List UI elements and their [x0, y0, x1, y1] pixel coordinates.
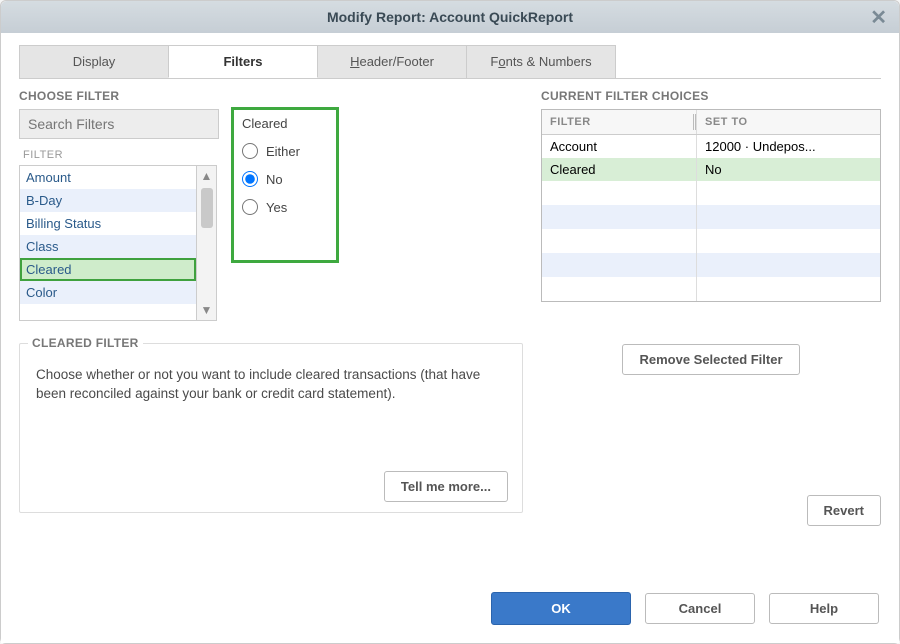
filter-item-billing-status[interactable]: Billing Status [20, 212, 196, 235]
choices-row-cleared[interactable]: Cleared No [542, 158, 880, 181]
cancel-button[interactable]: Cancel [645, 593, 755, 624]
choices-cell-filter: Cleared [542, 158, 697, 181]
tab-filters[interactable]: Filters [168, 45, 318, 78]
cleared-heading: Cleared [242, 116, 328, 131]
choices-row-empty[interactable] [542, 277, 880, 301]
tab-display[interactable]: Display [19, 45, 169, 78]
radio-row-either[interactable]: Either [242, 143, 328, 159]
dialog-title: Modify Report: Account QuickReport [327, 9, 573, 25]
tab-fonts-numbers[interactable]: Fonts & Numbers [466, 45, 616, 78]
choices-header-setto: SET TO [697, 110, 880, 134]
choices-cell-setto: No [697, 158, 880, 181]
choices-cell-setto: 12000 · Undepos... [697, 135, 880, 158]
choices-cell-filter: Account [542, 135, 697, 158]
scroll-track[interactable] [201, 186, 213, 300]
tabs: Display Filters Header/Footer Fonts & Nu… [19, 45, 881, 79]
radio-either[interactable] [242, 143, 258, 159]
radio-no[interactable] [242, 171, 258, 187]
revert-button[interactable]: Revert [807, 495, 881, 526]
tell-me-more-button[interactable]: Tell me more... [384, 471, 508, 502]
dialog-button-bar: OK Cancel Help [491, 592, 879, 625]
filter-item-amount[interactable]: Amount [20, 166, 196, 189]
filter-item-class[interactable]: Class [20, 235, 196, 258]
dialog-titlebar: Modify Report: Account QuickReport ✕ [1, 1, 899, 33]
choices-row-empty[interactable] [542, 205, 880, 229]
choose-filter-label: CHOOSE FILTER [19, 89, 523, 103]
filter-item-cleared[interactable]: Cleared [20, 258, 196, 281]
help-button[interactable]: Help [769, 593, 879, 624]
radio-no-label: No [266, 172, 283, 187]
filter-item-color[interactable]: Color [20, 281, 196, 304]
choices-row-empty[interactable] [542, 229, 880, 253]
filter-column-label: FILTER [23, 149, 215, 161]
filter-list-scrollbar[interactable]: ▲ ▼ [197, 165, 217, 321]
filter-list[interactable]: Amount B-Day Billing Status Class Cleare… [19, 165, 197, 321]
scroll-up-icon[interactable]: ▲ [201, 166, 213, 186]
search-input[interactable] [19, 109, 219, 139]
dialog-body: Display Filters Header/Footer Fonts & Nu… [1, 33, 899, 643]
choices-row-account[interactable]: Account 12000 · Undepos... [542, 135, 880, 158]
close-icon[interactable]: ✕ [870, 5, 887, 30]
remove-selected-filter-button[interactable]: Remove Selected Filter [622, 344, 799, 375]
radio-row-yes[interactable]: Yes [242, 199, 328, 215]
cleared-options-panel: Cleared Either No Yes [231, 107, 339, 263]
cleared-filter-text: Choose whether or not you want to includ… [34, 360, 508, 410]
radio-row-no[interactable]: No [242, 171, 328, 187]
radio-yes-label: Yes [266, 200, 287, 215]
radio-either-label: Either [266, 144, 300, 159]
scroll-down-icon[interactable]: ▼ [201, 300, 213, 320]
cleared-filter-description-box: CLEARED FILTER Choose whether or not you… [19, 343, 523, 513]
ok-button[interactable]: OK [491, 592, 631, 625]
choices-row-empty[interactable] [542, 253, 880, 277]
choices-header-filter: FILTER [542, 110, 697, 134]
cleared-filter-label: CLEARED FILTER [28, 336, 143, 350]
current-choices-label: CURRENT FILTER CHOICES [541, 89, 881, 103]
tab-header-footer[interactable]: Header/Footer [317, 45, 467, 78]
choices-row-empty[interactable] [542, 181, 880, 205]
radio-yes[interactable] [242, 199, 258, 215]
filter-item-bday[interactable]: B-Day [20, 189, 196, 212]
current-filter-choices-table: FILTER SET TO Account 12000 · Undepos...… [541, 109, 881, 302]
scroll-thumb[interactable] [201, 188, 213, 228]
